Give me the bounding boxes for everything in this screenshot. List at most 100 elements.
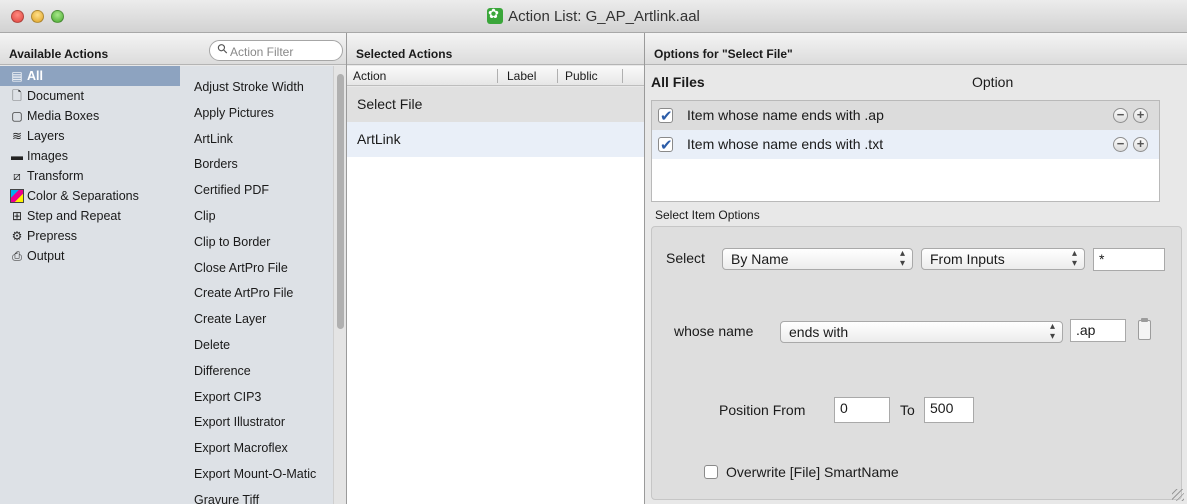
category-item-document[interactable]: 🗋 Document [0, 86, 180, 106]
category-item-media-boxes[interactable]: ▢ Media Boxes [0, 106, 180, 126]
remove-rule-button[interactable]: − [1113, 108, 1128, 123]
layers-icon: ≋ [11, 129, 23, 143]
action-item-artlink[interactable]: ArtLink [180, 127, 333, 153]
file-rule-label: Item whose name ends with .ap [687, 107, 884, 123]
category-label: Step and Repeat [27, 209, 121, 223]
selected-actions-title: Selected Actions [356, 47, 453, 61]
category-item-output[interactable]: ⎙ Output [0, 246, 180, 266]
popup-arrows-icon: ▴ ▾ [1071, 248, 1077, 269]
action-item-difference[interactable]: Difference [180, 359, 333, 385]
file-rule-checkbox[interactable] [658, 131, 673, 160]
file-rule-label: Item whose name ends with .txt [687, 136, 884, 152]
column-action[interactable]: Action [353, 69, 386, 83]
whose-name-operator-value: ends with [789, 324, 849, 340]
list-icon: ▤ [11, 69, 23, 83]
category-item-images[interactable]: ▬ Images [0, 146, 180, 166]
select-value-field[interactable]: * [1093, 248, 1165, 271]
category-label: Color & Separations [27, 189, 139, 203]
options-pane: All Files Option Item whose name ends wi… [645, 66, 1187, 504]
select-by-popup[interactable]: By Name ▴ ▾ [722, 248, 913, 270]
category-item-layers[interactable]: ≋ Layers [0, 126, 180, 146]
overwrite-smartname-label: Overwrite [File] SmartName [726, 464, 899, 480]
category-label: Prepress [27, 229, 78, 243]
category-label: Document [27, 89, 84, 103]
remove-rule-button[interactable]: − [1113, 137, 1128, 152]
action-item-certified-pdf[interactable]: Certified PDF [180, 178, 333, 204]
overwrite-smartname-checkbox[interactable] [704, 465, 718, 479]
actions-scrollbar-thumb[interactable] [337, 74, 344, 329]
action-list-app-icon [487, 6, 504, 24]
clipboard-icon[interactable] [1138, 318, 1151, 340]
selected-actions-column-header: Action Label Public [347, 66, 644, 86]
column-separator [557, 69, 558, 83]
category-item-color-separations[interactable]: Color & Separations [0, 186, 180, 206]
action-item-close-artpro-file[interactable]: Close ArtPro File [180, 256, 333, 282]
window-title: Action List: G_AP_Artlink.aal [508, 8, 700, 25]
category-label: Media Boxes [27, 109, 100, 123]
popup-arrows-icon: ▴ ▾ [1049, 321, 1055, 342]
whose-name-operator-popup[interactable]: ends with ▴ ▾ [780, 321, 1063, 343]
position-from-field[interactable]: 0 [834, 397, 890, 423]
action-item-borders[interactable]: Borders [180, 152, 333, 178]
select-from-value: From Inputs [930, 251, 1005, 267]
files-list: Item whose name ends with .ap − + Item w… [651, 100, 1160, 202]
to-label: To [900, 402, 915, 418]
column-separator [497, 69, 498, 83]
whose-name-value-field[interactable]: .ap [1070, 319, 1126, 342]
image-icon: ▬ [11, 149, 23, 163]
action-item-export-mount-o-matic[interactable]: Export Mount-O-Matic [180, 462, 333, 488]
file-rule-row[interactable]: Item whose name ends with .ap − + [652, 101, 1159, 131]
category-label: All [27, 69, 43, 83]
printer-icon: ⎙ [12, 249, 22, 263]
position-to-field[interactable]: 500 [924, 397, 974, 423]
category-item-all[interactable]: ▤ All [0, 66, 180, 86]
select-by-value: By Name [731, 251, 789, 267]
action-item-adjust-stroke-width[interactable]: Adjust Stroke Width [180, 75, 333, 101]
grid-icon: ⊞ [11, 209, 23, 223]
action-item-clip-to-border[interactable]: Clip to Border [180, 230, 333, 256]
options-header: Options for "Select File" [645, 33, 1187, 65]
action-item-clip[interactable]: Clip [180, 204, 333, 230]
column-separator [622, 69, 623, 83]
column-public[interactable]: Public [565, 69, 598, 83]
gear-icon: ⚙ [11, 229, 23, 243]
action-item-delete[interactable]: Delete [180, 333, 333, 359]
select-label: Select [666, 250, 705, 266]
select-item-options-box: Select By Name ▴ ▾ From Inputs ▴ ▾ * whose… [651, 226, 1182, 500]
actions-scrollbar[interactable] [333, 66, 346, 504]
category-label: Layers [27, 129, 65, 143]
color-separation-icon [10, 189, 24, 203]
action-item-export-macroflex[interactable]: Export Macroflex [180, 436, 333, 462]
selected-actions-header: Selected Actions [347, 33, 644, 65]
media-box-icon: ▢ [11, 109, 23, 123]
category-list: ▤ All 🗋 Document ▢ Media Boxes ≋ Layers ▬ Ima… [0, 66, 180, 504]
options-title: Options for "Select File" [654, 47, 793, 61]
add-rule-button[interactable]: + [1133, 108, 1148, 123]
window-title-wrap: Action List: G_AP_Artlink.aal [0, 6, 1187, 25]
action-item-export-cip3[interactable]: Export CIP3 [180, 385, 333, 411]
window-resize-grip[interactable] [1172, 489, 1184, 501]
action-item-create-layer[interactable]: Create Layer [180, 307, 333, 333]
action-item-create-artpro-file[interactable]: Create ArtPro File [180, 281, 333, 307]
position-from-label: Position From [719, 402, 806, 418]
selected-action-row[interactable]: Select File [347, 87, 644, 122]
action-item-gravure-tiff[interactable]: Gravure Tiff [180, 488, 333, 504]
transform-icon: ⧄ [13, 169, 21, 183]
popup-arrows-icon: ▴ ▾ [899, 248, 905, 269]
add-rule-button[interactable]: + [1133, 137, 1148, 152]
action-item-export-illustrator[interactable]: Export Illustrator [180, 410, 333, 436]
option-header: Option [972, 74, 1014, 90]
category-item-prepress[interactable]: ⚙ Prepress [0, 226, 180, 246]
selected-actions-list: Select File ArtLink [347, 87, 644, 504]
all-files-header: All Files [651, 74, 705, 90]
select-item-options-label: Select Item Options [655, 208, 760, 222]
select-from-popup[interactable]: From Inputs ▴ ▾ [921, 248, 1085, 270]
category-item-transform[interactable]: ⧄ Transform [0, 166, 180, 186]
action-item-apply-pictures[interactable]: Apply Pictures [180, 101, 333, 127]
column-label[interactable]: Label [507, 69, 536, 83]
selected-action-row[interactable]: ArtLink [347, 122, 644, 157]
file-rule-checkbox[interactable] [658, 102, 673, 131]
available-actions-title: Available Actions [9, 47, 109, 61]
file-rule-row[interactable]: Item whose name ends with .txt − + [652, 130, 1159, 160]
category-item-step-and-repeat[interactable]: ⊞ Step and Repeat [0, 206, 180, 226]
